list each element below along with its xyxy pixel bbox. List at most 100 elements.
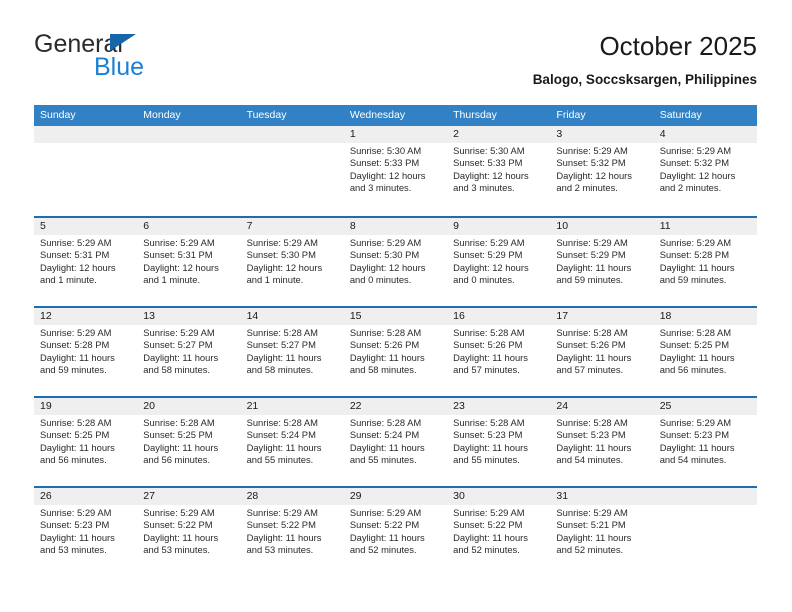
sunrise-text: Sunrise: 5:28 AM (556, 417, 628, 428)
daylight-text: Daylight: 12 hours and 1 minute. (40, 261, 116, 286)
sunrise-text: Sunrise: 5:29 AM (349, 237, 422, 248)
daylight-text: Daylight: 12 hours and 1 minute. (143, 261, 219, 286)
daylight-text: Daylight: 11 hours and 52 minutes. (349, 531, 425, 556)
day-number: 27 (137, 488, 241, 505)
daylight-text: Daylight: 11 hours and 54 minutes. (659, 441, 735, 466)
day-cell[interactable]: 1 Sunrise: 5:30 AM Sunset: 5:33 PM Daylight… (343, 126, 448, 216)
day-details: Sunrise: 5:29 AM Sunset: 5:22 PM Daylight:… (344, 505, 447, 557)
sunset-text: Sunset: 5:22 PM (246, 519, 316, 531)
daylight-text: Daylight: 11 hours and 58 minutes. (143, 351, 219, 376)
day-details: Sunrise: 5:28 AM Sunset: 5:26 PM Daylight:… (447, 325, 550, 377)
day-cell[interactable]: 25 Sunrise: 5:29 AM Sunset: 5:23 PM Dayligh… (653, 398, 757, 486)
sunset-text: Sunset: 5:28 PM (40, 339, 110, 351)
sunset-text: Sunset: 5:25 PM (143, 429, 213, 441)
day-details: Sunrise: 5:29 AM Sunset: 5:30 PM Daylight:… (344, 235, 447, 287)
day-details: Sunrise: 5:29 AM Sunset: 5:32 PM Daylight:… (550, 143, 653, 195)
calendar-week-row: 1 Sunrise: 5:30 AM Sunset: 5:33 PM Daylight… (34, 126, 757, 216)
day-cell[interactable]: 22 Sunrise: 5:28 AM Sunset: 5:24 PM Dayligh… (343, 398, 448, 486)
day-cell[interactable]: 13 Sunrise: 5:29 AM Sunset: 5:27 PM Dayligh… (137, 308, 241, 396)
day-cell-empty (34, 126, 138, 216)
day-number: 28 (240, 488, 344, 505)
daylight-text: Daylight: 11 hours and 56 minutes. (659, 351, 735, 376)
day-number: 8 (343, 218, 448, 235)
day-cell[interactable]: 6 Sunrise: 5:29 AM Sunset: 5:31 PM Daylight… (137, 218, 241, 306)
daylight-text: Daylight: 11 hours and 52 minutes. (556, 531, 632, 556)
sunset-text: Sunset: 5:25 PM (659, 339, 729, 351)
day-cell[interactable]: 24 Sunrise: 5:28 AM Sunset: 5:23 PM Dayligh… (550, 398, 654, 486)
day-cell-empty (137, 126, 241, 216)
sunset-text: Sunset: 5:23 PM (659, 429, 729, 441)
sunrise-text: Sunrise: 5:28 AM (556, 327, 628, 338)
sunset-text: Sunset: 5:26 PM (349, 339, 420, 351)
day-number (240, 126, 344, 143)
day-cell[interactable]: 26 Sunrise: 5:29 AM Sunset: 5:23 PM Dayligh… (34, 488, 138, 576)
day-cell[interactable]: 5 Sunrise: 5:29 AM Sunset: 5:31 PM Daylight… (34, 218, 138, 306)
calendar-week-row: 26 Sunrise: 5:29 AM Sunset: 5:23 PM Dayligh… (34, 486, 757, 576)
sunrise-text: Sunrise: 5:29 AM (556, 145, 628, 156)
day-details: Sunrise: 5:29 AM Sunset: 5:31 PM Daylight:… (34, 235, 137, 287)
title-block: October 2025 Balogo, Soccsksargen, Phili… (533, 30, 757, 90)
sunset-text: Sunset: 5:26 PM (556, 339, 626, 351)
brand-logo[interactable]: General Blue (34, 30, 294, 92)
daylight-text: Daylight: 12 hours and 3 minutes. (453, 169, 529, 194)
day-details: Sunrise: 5:28 AM Sunset: 5:24 PM Daylight:… (241, 415, 344, 467)
day-cell[interactable]: 2 Sunrise: 5:30 AM Sunset: 5:33 PM Daylight… (447, 126, 551, 216)
day-cell[interactable]: 21 Sunrise: 5:28 AM Sunset: 5:24 PM Dayligh… (240, 398, 344, 486)
day-number: 25 (653, 398, 757, 415)
day-details: Sunrise: 5:29 AM Sunset: 5:21 PM Daylight:… (550, 505, 653, 557)
day-cell[interactable]: 23 Sunrise: 5:28 AM Sunset: 5:23 PM Dayligh… (447, 398, 551, 486)
day-cell[interactable]: 11 Sunrise: 5:29 AM Sunset: 5:28 PM Dayligh… (653, 218, 757, 306)
day-cell[interactable]: 27 Sunrise: 5:29 AM Sunset: 5:22 PM Dayligh… (137, 488, 241, 576)
day-cell[interactable]: 10 Sunrise: 5:29 AM Sunset: 5:29 PM Dayligh… (550, 218, 654, 306)
day-details: Sunrise: 5:28 AM Sunset: 5:23 PM Daylight:… (550, 415, 653, 467)
weekday-friday: Friday (556, 109, 586, 121)
calendar-page: General Blue October 2025 Balogo, Soccsk… (0, 0, 792, 612)
weekday-header-row: Sunday Monday Tuesday Wednesday Thursday… (34, 105, 757, 126)
day-details: Sunrise: 5:29 AM Sunset: 5:32 PM Daylight:… (654, 143, 757, 195)
sunset-text: Sunset: 5:30 PM (246, 249, 316, 261)
day-cell[interactable]: 3 Sunrise: 5:29 AM Sunset: 5:32 PM Daylight… (550, 126, 654, 216)
day-cell[interactable]: 7 Sunrise: 5:29 AM Sunset: 5:30 PM Daylight… (240, 218, 344, 306)
calendar-grid: Sunday Monday Tuesday Wednesday Thursday… (34, 105, 757, 576)
sunset-text: Sunset: 5:32 PM (556, 157, 626, 169)
calendar-weeks: 1 Sunrise: 5:30 AM Sunset: 5:33 PM Daylight… (34, 126, 757, 576)
sunrise-text: Sunrise: 5:28 AM (246, 417, 318, 428)
sunset-text: Sunset: 5:23 PM (453, 429, 523, 441)
day-cell[interactable]: 14 Sunrise: 5:28 AM Sunset: 5:27 PM Dayligh… (240, 308, 344, 396)
day-cell[interactable]: 8 Sunrise: 5:29 AM Sunset: 5:30 PM Daylight… (343, 218, 448, 306)
day-cell[interactable]: 30 Sunrise: 5:29 AM Sunset: 5:22 PM Dayligh… (447, 488, 551, 576)
day-details: Sunrise: 5:28 AM Sunset: 5:26 PM Daylight:… (344, 325, 447, 377)
day-cell[interactable]: 28 Sunrise: 5:29 AM Sunset: 5:22 PM Dayligh… (240, 488, 344, 576)
weekday-monday: Monday (143, 109, 181, 121)
daylight-text: Daylight: 12 hours and 0 minutes. (453, 261, 529, 286)
day-number: 31 (550, 488, 654, 505)
sunrise-text: Sunrise: 5:29 AM (556, 237, 628, 248)
day-cell[interactable]: 20 Sunrise: 5:28 AM Sunset: 5:25 PM Dayligh… (137, 398, 241, 486)
day-cell[interactable]: 19 Sunrise: 5:28 AM Sunset: 5:25 PM Dayligh… (34, 398, 138, 486)
daylight-text: Daylight: 11 hours and 53 minutes. (246, 531, 322, 556)
sunrise-text: Sunrise: 5:28 AM (659, 327, 732, 338)
day-number: 26 (34, 488, 138, 505)
day-number: 15 (343, 308, 448, 325)
day-cell[interactable]: 9 Sunrise: 5:29 AM Sunset: 5:29 PM Daylight… (447, 218, 551, 306)
daylight-text: Daylight: 11 hours and 53 minutes. (40, 531, 115, 556)
daylight-text: Daylight: 11 hours and 55 minutes. (349, 441, 425, 466)
sunrise-text: Sunrise: 5:28 AM (349, 327, 422, 338)
sunrise-text: Sunrise: 5:29 AM (143, 237, 215, 248)
day-cell[interactable]: 18 Sunrise: 5:28 AM Sunset: 5:25 PM Dayligh… (653, 308, 757, 396)
sunset-text: Sunset: 5:31 PM (40, 249, 110, 261)
day-details: Sunrise: 5:29 AM Sunset: 5:28 PM Daylight:… (34, 325, 137, 377)
day-cell[interactable]: 16 Sunrise: 5:28 AM Sunset: 5:26 PM Dayligh… (447, 308, 551, 396)
sunrise-text: Sunrise: 5:29 AM (659, 417, 732, 428)
day-cell[interactable]: 4 Sunrise: 5:29 AM Sunset: 5:32 PM Daylight… (653, 126, 757, 216)
sunset-text: Sunset: 5:23 PM (40, 519, 110, 531)
day-cell[interactable]: 31 Sunrise: 5:29 AM Sunset: 5:21 PM Dayligh… (550, 488, 654, 576)
sunset-text: Sunset: 5:24 PM (349, 429, 420, 441)
daylight-text: Daylight: 11 hours and 53 minutes. (143, 531, 219, 556)
day-cell[interactable]: 29 Sunrise: 5:29 AM Sunset: 5:22 PM Dayligh… (343, 488, 448, 576)
day-cell[interactable]: 15 Sunrise: 5:28 AM Sunset: 5:26 PM Dayligh… (343, 308, 448, 396)
sunset-text: Sunset: 5:27 PM (143, 339, 213, 351)
day-cell[interactable]: 12 Sunrise: 5:29 AM Sunset: 5:28 PM Dayligh… (34, 308, 138, 396)
sunrise-text: Sunrise: 5:29 AM (659, 145, 732, 156)
day-cell[interactable]: 17 Sunrise: 5:28 AM Sunset: 5:26 PM Dayligh… (550, 308, 654, 396)
